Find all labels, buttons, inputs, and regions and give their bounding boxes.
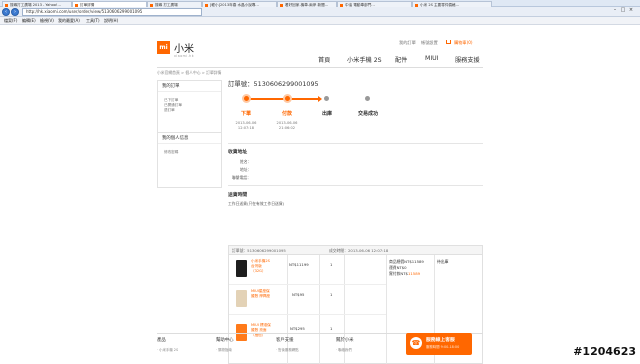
step-done-icon [283, 94, 292, 103]
close-icon[interactable]: × [628, 8, 634, 13]
step-label: 下單 [240, 111, 251, 117]
table-row-divider [229, 314, 386, 315]
name-label: 姓名： [240, 159, 252, 164]
product-name[interactable]: MIUI 標准保護殼 亮面（橙色） [251, 323, 273, 338]
headset-icon: ☎ [410, 337, 422, 349]
footer-col-title: 客戶支援 [276, 338, 294, 343]
step-time: 21:06:02 [278, 126, 296, 130]
minimize-icon[interactable]: – [612, 8, 618, 13]
browser-tab-strip: 搜尋打工廣場 2013 - Yahoo!... 訂單詳情 搜尋 打工廣場 [輕小… [0, 0, 640, 8]
cart-link[interactable]: 購物車(0) [454, 40, 473, 46]
table-order-no: 訂單號：5130606299001095 [232, 248, 286, 253]
nav-home[interactable]: 首頁 [318, 55, 330, 64]
step-pending-icon [324, 96, 329, 101]
product-price: NT$11199 [289, 262, 309, 267]
product-price: NT$295 [290, 326, 305, 331]
nav-phone[interactable]: 小米手機 2S [347, 55, 382, 64]
table-header: 訂單號：5130606299001095 成交時間：2013-06-06 12:… [229, 246, 482, 255]
product-qty: 1 [330, 326, 333, 331]
product-qty: 1 [330, 292, 333, 297]
online-support-banner[interactable]: ☎ 服務線上客服 服務時間 9:00-18:00 [406, 333, 472, 355]
menu-help[interactable]: 說明(H) [104, 18, 118, 24]
nav-accessories[interactable]: 配件 [395, 55, 407, 64]
footer-col-title: 幫助中心 [216, 338, 234, 343]
footer-link[interactable]: ‧ 小米手機 2S [157, 347, 178, 352]
page-content: mi 小米 xiaomi.hk 我的訂單 帳號設置 購物車(0) 首頁 小米手機… [0, 25, 640, 364]
mi-logo[interactable]: mi [157, 41, 170, 54]
footer-link[interactable]: ‧ 售後服務網點 [276, 347, 299, 352]
menu-favorites[interactable]: 我的最愛(A) [58, 18, 80, 24]
url-field[interactable]: http://hk.xiaomi.com/user/order/view/513… [22, 8, 202, 16]
breadcrumb[interactable]: 小米官網首頁 > 個人中心 > 訂單詳情 [157, 70, 221, 76]
sidebar-personal-title: 我的個人信息 [158, 133, 221, 144]
product-name[interactable]: 小米手機2S 台灣版（32G） [251, 259, 273, 274]
brand-name[interactable]: 小米 [174, 40, 194, 55]
header-divider [157, 67, 483, 68]
product-price: NT$95 [292, 292, 305, 297]
menu-view[interactable]: 檢視(V) [40, 18, 54, 24]
table-date: 成交時間：2013-06-06 12:07:18 [329, 248, 389, 253]
step-pending-icon [365, 96, 370, 101]
product-qty: 1 [330, 262, 333, 267]
site-header: mi 小米 xiaomi.hk 我的訂單 帳號設置 購物車(0) 首頁 小米手機… [157, 25, 483, 68]
order-status: 待出庫 [437, 259, 449, 264]
delivery-title: 送貨時間 [228, 193, 248, 198]
step-label: 出庫 [321, 111, 332, 117]
step-done-icon [242, 94, 251, 103]
menu-edit[interactable]: 編輯(E) [22, 18, 36, 24]
sidebar-item-refund[interactable]: 退訂單 [158, 108, 221, 113]
nav-support[interactable]: 服務支援 [455, 55, 480, 64]
menu-tools[interactable]: 工具(T) [86, 18, 100, 24]
progress-arrow-icon [318, 96, 322, 102]
shipping-title: 收貨地址 [228, 150, 248, 155]
col-divider [319, 255, 320, 364]
footer-link[interactable]: ‧ 購物指南 [216, 347, 232, 352]
cart-icon[interactable] [446, 40, 451, 44]
promo-subtitle: 服務時間 9:00-18:00 [426, 345, 460, 349]
col-divider [386, 255, 387, 364]
footer-col-title: 關於小米 [336, 338, 354, 343]
phone-label: 聯繫電話： [232, 175, 251, 180]
menu-bar: 檔案(F) 編輯(E) 檢視(V) 我的最愛(A) 工具(T) 說明(H) [0, 17, 640, 25]
product-image[interactable] [236, 290, 247, 307]
divider [228, 185, 483, 186]
table-row-divider [229, 284, 386, 285]
summary-paid-amount: 11589 [407, 271, 421, 276]
product-image[interactable] [236, 260, 247, 277]
order-number: 訂單號：5130606299001095 [228, 80, 319, 88]
step-time: 12:07:18 [237, 126, 255, 130]
promo-title: 服務線上客服 [426, 338, 455, 343]
account-link[interactable]: 帳號設置 [421, 40, 438, 46]
address-bar-row: ‹ › http://hk.xiaomi.com/user/order/view… [0, 7, 640, 17]
step-label: 付款 [281, 111, 292, 117]
menu-file[interactable]: 檔案(F) [4, 18, 17, 24]
footer-col-title: 產品 [157, 338, 166, 343]
nav-miui[interactable]: MIUI [425, 55, 439, 62]
product-name[interactable]: MIUI星座保護殼 摩羯座 [251, 289, 273, 299]
footer-link[interactable]: ‧ 聯絡我們 [336, 347, 352, 352]
watermark: #1204623 [573, 345, 636, 358]
my-orders-link[interactable]: 我的訂單 [399, 40, 416, 46]
address-label: 地址： [240, 167, 252, 172]
divider [228, 143, 483, 144]
brand-sub: xiaomi.hk [174, 54, 195, 58]
maximize-icon[interactable]: □ [620, 8, 626, 13]
step-label: 交易成功 [357, 111, 378, 117]
progress-line [292, 98, 319, 100]
sidebar-orders-title: 我的訂單 [158, 81, 221, 92]
sidebar-personal: 我的個人信息 修改密碼 [157, 132, 222, 188]
summary-paid-label: 實付款NT$ [389, 271, 408, 276]
delivery-value: 工作日送貨(只在有效工作日送貨) [228, 201, 285, 206]
summary-paid: 實付款NT$11589 [389, 271, 420, 277]
forward-icon[interactable]: › [11, 8, 19, 16]
back-icon[interactable]: ‹ [2, 8, 10, 16]
sidebar-item-password[interactable]: 修改密碼 [158, 150, 221, 155]
